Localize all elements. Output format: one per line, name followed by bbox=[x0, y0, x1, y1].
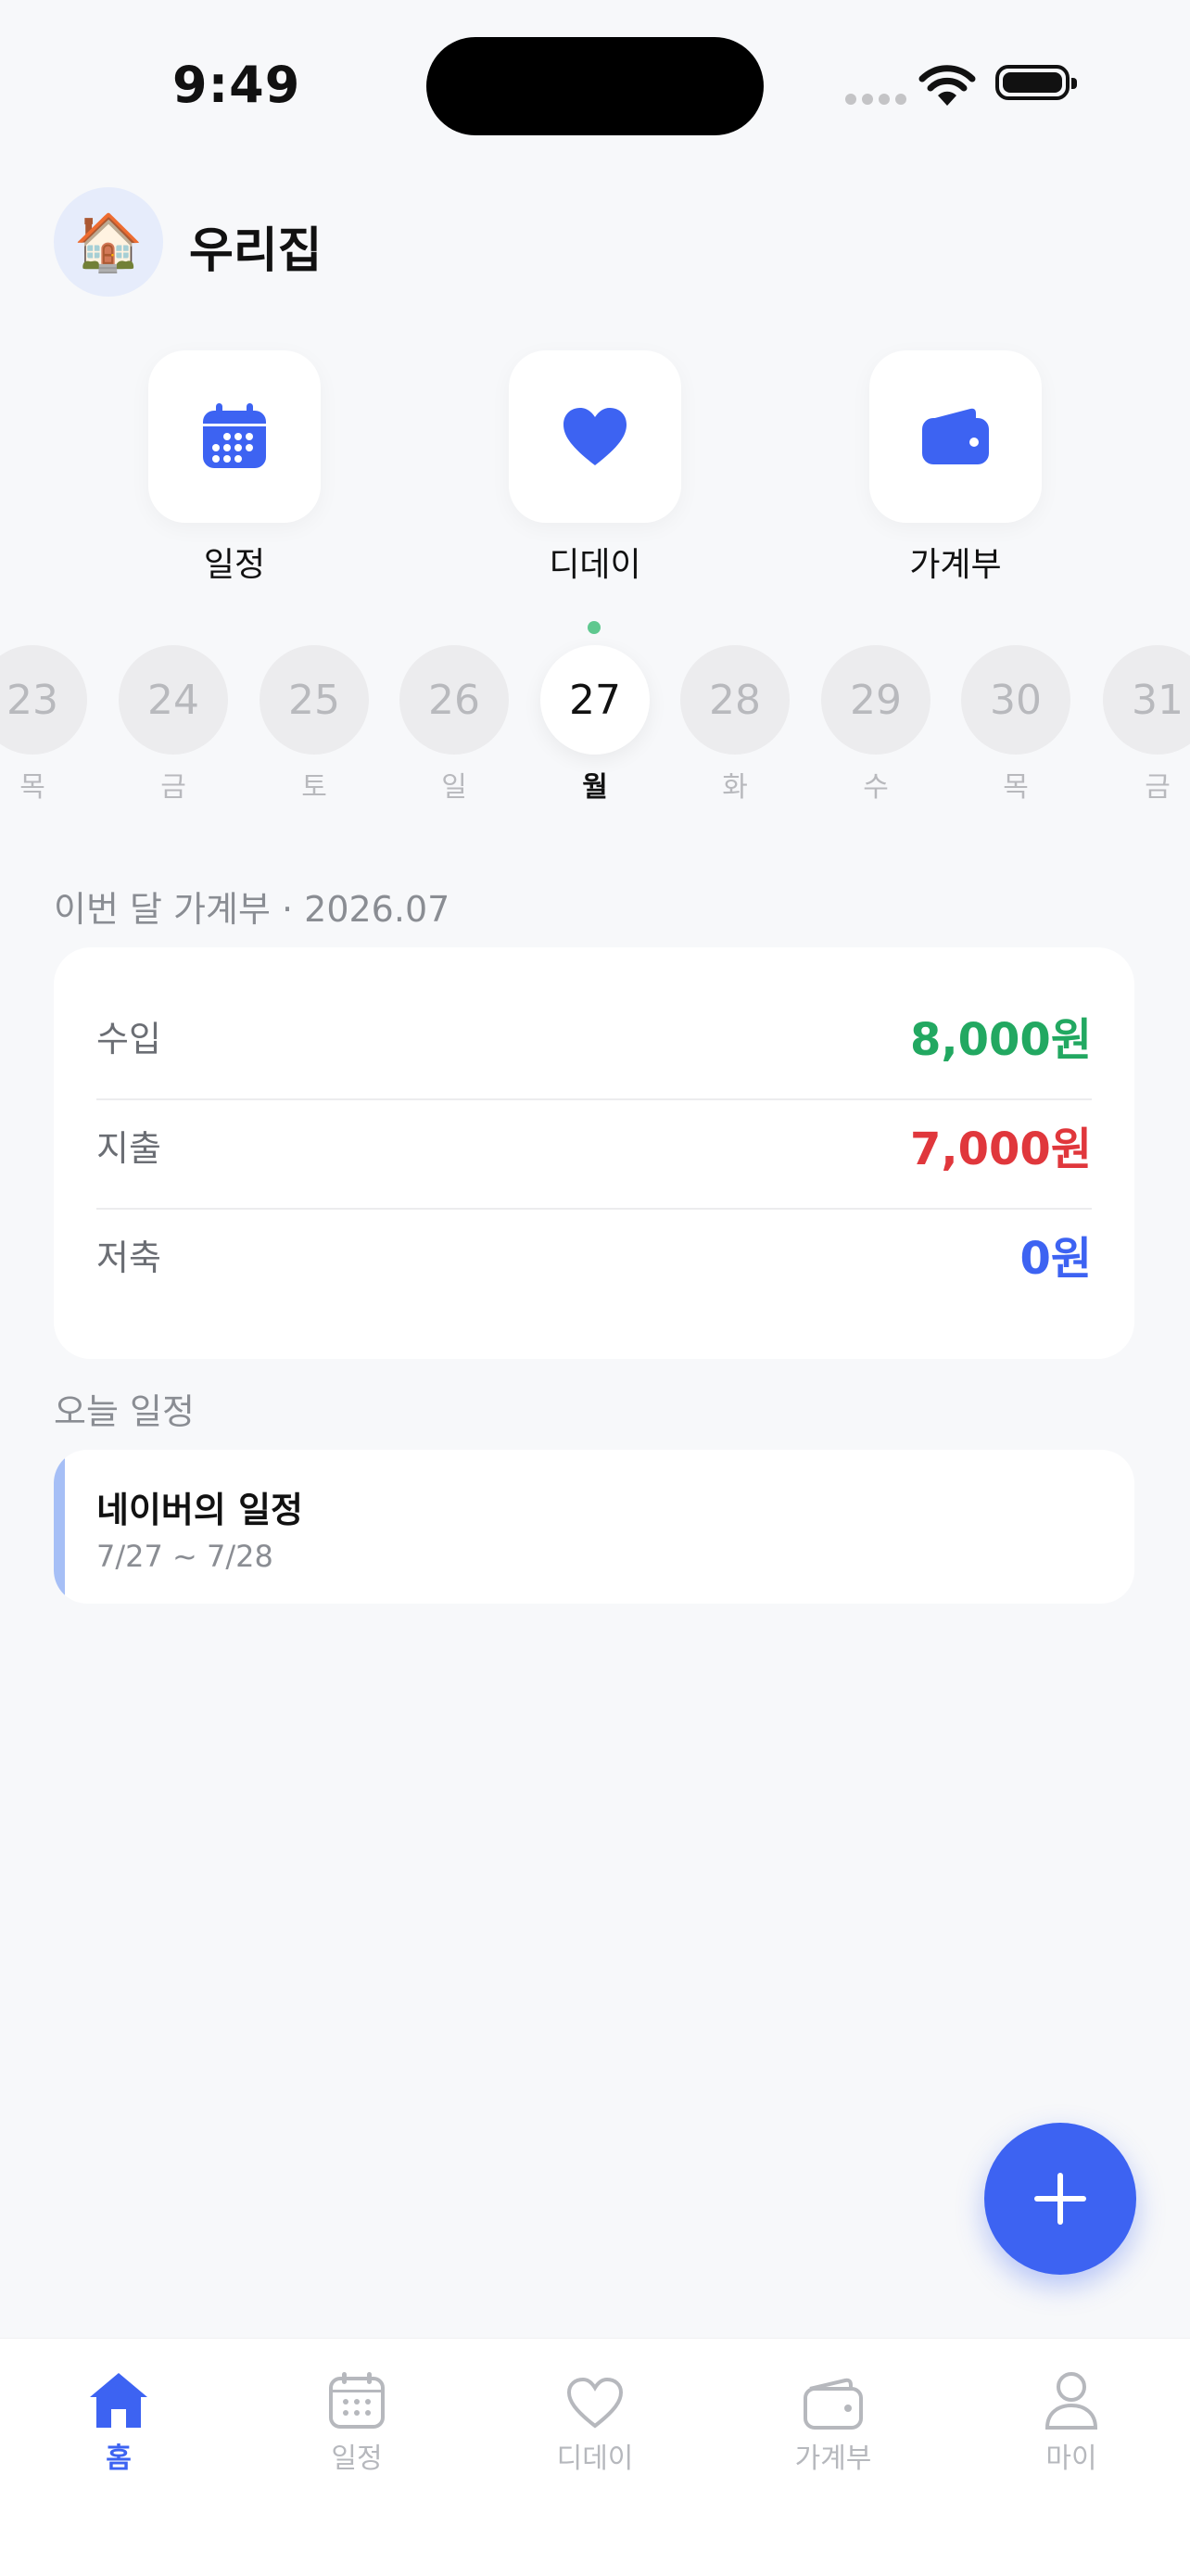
income-value: 8,000원 bbox=[910, 1014, 1092, 1066]
person-icon bbox=[1044, 2372, 1098, 2430]
tab-dday[interactable]: 디데이 bbox=[502, 2361, 688, 2476]
budget-card[interactable]: 수입 8,000원 지출 7,000원 저축 0원 bbox=[54, 947, 1134, 1359]
schedule-title: 네이버의 일정 bbox=[96, 1490, 303, 1530]
home-icon bbox=[90, 2373, 147, 2428]
tab-schedule[interactable]: 일정 bbox=[264, 2361, 449, 2476]
date-item[interactable]: 23 목 bbox=[0, 645, 87, 805]
budget-section-title: 이번 달 가계부 · 2026.07 bbox=[54, 889, 450, 930]
schedule-item[interactable]: 네이버의 일정 7/27 ~ 7/28 bbox=[54, 1450, 1134, 1604]
family-avatar[interactable]: 🏠 bbox=[54, 187, 163, 297]
heart-icon bbox=[566, 2377, 624, 2429]
date-item[interactable]: 26 일 bbox=[399, 645, 509, 805]
saving-value: 0원 bbox=[1019, 1233, 1092, 1285]
quick-budget-label: 가계부 bbox=[909, 546, 1002, 584]
today-section-title: 오늘 일정 bbox=[54, 1391, 195, 1432]
heart-icon bbox=[563, 408, 627, 465]
calendar-icon bbox=[203, 403, 266, 468]
quick-dday-button[interactable] bbox=[509, 350, 681, 523]
plus-icon bbox=[1034, 2173, 1086, 2225]
house-icon: 🏠 bbox=[73, 209, 144, 275]
income-row: 수입 8,000원 bbox=[96, 981, 1092, 1090]
expense-row: 지출 7,000원 bbox=[96, 1090, 1092, 1199]
income-label: 수입 bbox=[96, 1018, 161, 1060]
tab-budget[interactable]: 가계부 bbox=[741, 2361, 926, 2476]
expense-value: 7,000원 bbox=[910, 1123, 1092, 1175]
tab-home[interactable]: 홈 bbox=[26, 2361, 211, 2476]
wallet-icon bbox=[804, 2378, 863, 2430]
date-item[interactable]: 28 화 bbox=[680, 645, 790, 805]
tab-my[interactable]: 마이 bbox=[979, 2361, 1164, 2476]
date-item[interactable]: 24 금 bbox=[119, 645, 228, 805]
quick-schedule-button[interactable] bbox=[148, 350, 321, 523]
date-item[interactable]: 25 토 bbox=[260, 645, 369, 805]
saving-label: 저축 bbox=[96, 1237, 161, 1278]
wallet-icon bbox=[922, 408, 989, 464]
status-time: 9:49 bbox=[172, 56, 301, 114]
quick-budget-button[interactable] bbox=[869, 350, 1042, 523]
dynamic-island bbox=[426, 37, 764, 135]
add-button[interactable] bbox=[984, 2123, 1136, 2275]
tab-bar: 홈 일정 디데이 가계부 마이 bbox=[0, 2338, 1190, 2576]
date-item-selected[interactable]: 27 월 bbox=[540, 645, 650, 805]
quick-schedule-label: 일정 bbox=[203, 546, 266, 584]
battery-icon bbox=[995, 65, 1077, 100]
quick-dday-label: 디데이 bbox=[549, 546, 641, 584]
calendar-icon bbox=[329, 2372, 385, 2429]
date-item[interactable]: 30 목 bbox=[961, 645, 1070, 805]
date-item[interactable]: 29 수 bbox=[821, 645, 930, 805]
cellular-signal-icon bbox=[845, 91, 912, 108]
today-indicator-dot bbox=[588, 621, 601, 634]
saving-row: 저축 0원 bbox=[96, 1199, 1092, 1309]
date-item[interactable]: 31 금 bbox=[1103, 645, 1190, 805]
family-name[interactable]: 우리집 bbox=[189, 211, 323, 281]
wifi-icon bbox=[918, 65, 977, 111]
schedule-color-bar bbox=[54, 1450, 65, 1604]
expense-label: 지출 bbox=[96, 1127, 161, 1169]
schedule-date-range: 7/27 ~ 7/28 bbox=[96, 1539, 273, 1574]
